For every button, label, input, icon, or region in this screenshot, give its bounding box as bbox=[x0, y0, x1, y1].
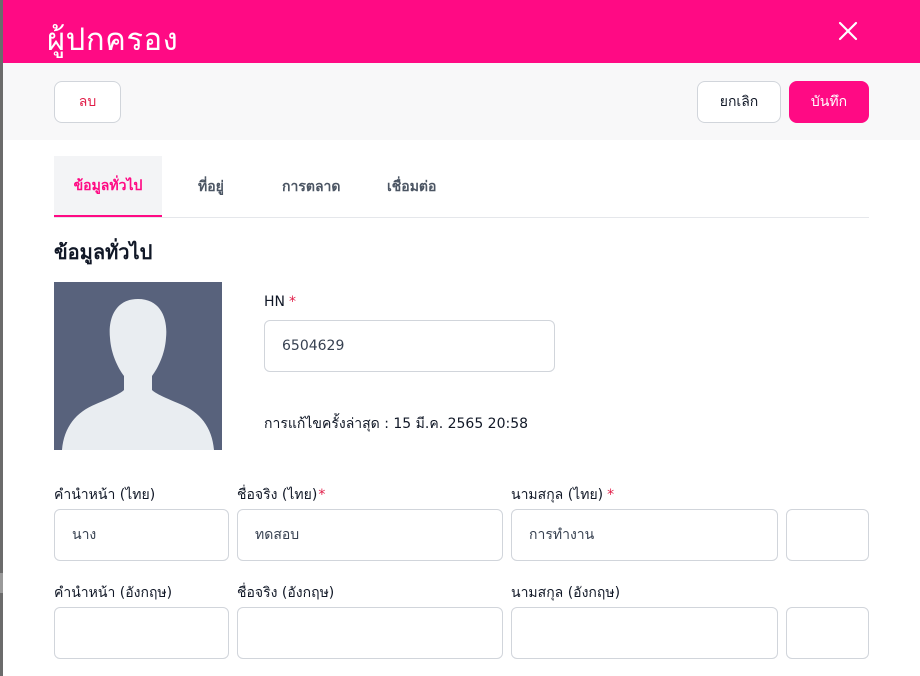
required-marker: * bbox=[289, 294, 296, 310]
tab-general[interactable]: ข้อมูลทั่วไป bbox=[54, 156, 162, 217]
delete-button[interactable]: ลบ bbox=[54, 81, 121, 123]
eng-first-name-label: ชื่อจริง (อังกฤษ) bbox=[237, 585, 335, 601]
thai-extra-field[interactable] bbox=[786, 509, 869, 561]
close-icon[interactable] bbox=[835, 18, 861, 44]
tab-address[interactable]: ที่อยู่ bbox=[198, 156, 224, 217]
person-silhouette-icon bbox=[62, 299, 214, 450]
required-marker: * bbox=[318, 487, 326, 503]
action-toolbar: ลบ ยกเลิก บันทึก bbox=[3, 63, 920, 140]
eng-extra-field[interactable] bbox=[786, 607, 869, 659]
thai-last-name-field[interactable]: การทำงาน bbox=[511, 509, 778, 561]
required-marker: * bbox=[607, 487, 615, 503]
eng-prefix-label: คำนำหน้า (อังกฤษ) bbox=[54, 585, 173, 601]
modal-header: ผู้ปกครอง bbox=[3, 0, 920, 63]
modal-title: ผู้ปกครอง bbox=[47, 22, 179, 58]
tab-marketing[interactable]: การตลาด bbox=[282, 156, 340, 217]
eng-last-name-field[interactable] bbox=[511, 607, 778, 659]
thai-prefix-label: คำนำหน้า (ไทย) bbox=[54, 487, 156, 503]
eng-first-name-field[interactable] bbox=[237, 607, 503, 659]
last-edited-text: การแก้ไขครั้งล่าสุด : 15 มี.ค. 2565 20:5… bbox=[264, 416, 529, 432]
eng-last-name-label: นามสกุล (อังกฤษ) bbox=[511, 585, 621, 601]
tab-bar: ข้อมูลทั่วไป ที่อยู่ การตลาด เชื่อมต่อ bbox=[54, 156, 869, 218]
save-button[interactable]: บันทึก bbox=[789, 81, 869, 123]
thai-first-name-label: ชื่อจริง (ไทย)* bbox=[237, 487, 326, 503]
cancel-button[interactable]: ยกเลิก bbox=[697, 81, 781, 123]
thai-first-name-field[interactable]: ทดสอบ bbox=[237, 509, 503, 561]
hn-field[interactable]: 6504629 bbox=[264, 320, 555, 372]
eng-prefix-field[interactable] bbox=[54, 607, 229, 659]
window-edge-gap bbox=[0, 573, 3, 593]
section-title: ข้อมูลทั่วไป bbox=[54, 240, 153, 264]
hn-label: HN * bbox=[264, 294, 296, 310]
thai-prefix-field[interactable]: นาง bbox=[54, 509, 229, 561]
avatar[interactable] bbox=[54, 282, 222, 450]
thai-last-name-label: นามสกุล (ไทย) * bbox=[511, 487, 615, 503]
tab-connect[interactable]: เชื่อมต่อ bbox=[387, 156, 436, 217]
